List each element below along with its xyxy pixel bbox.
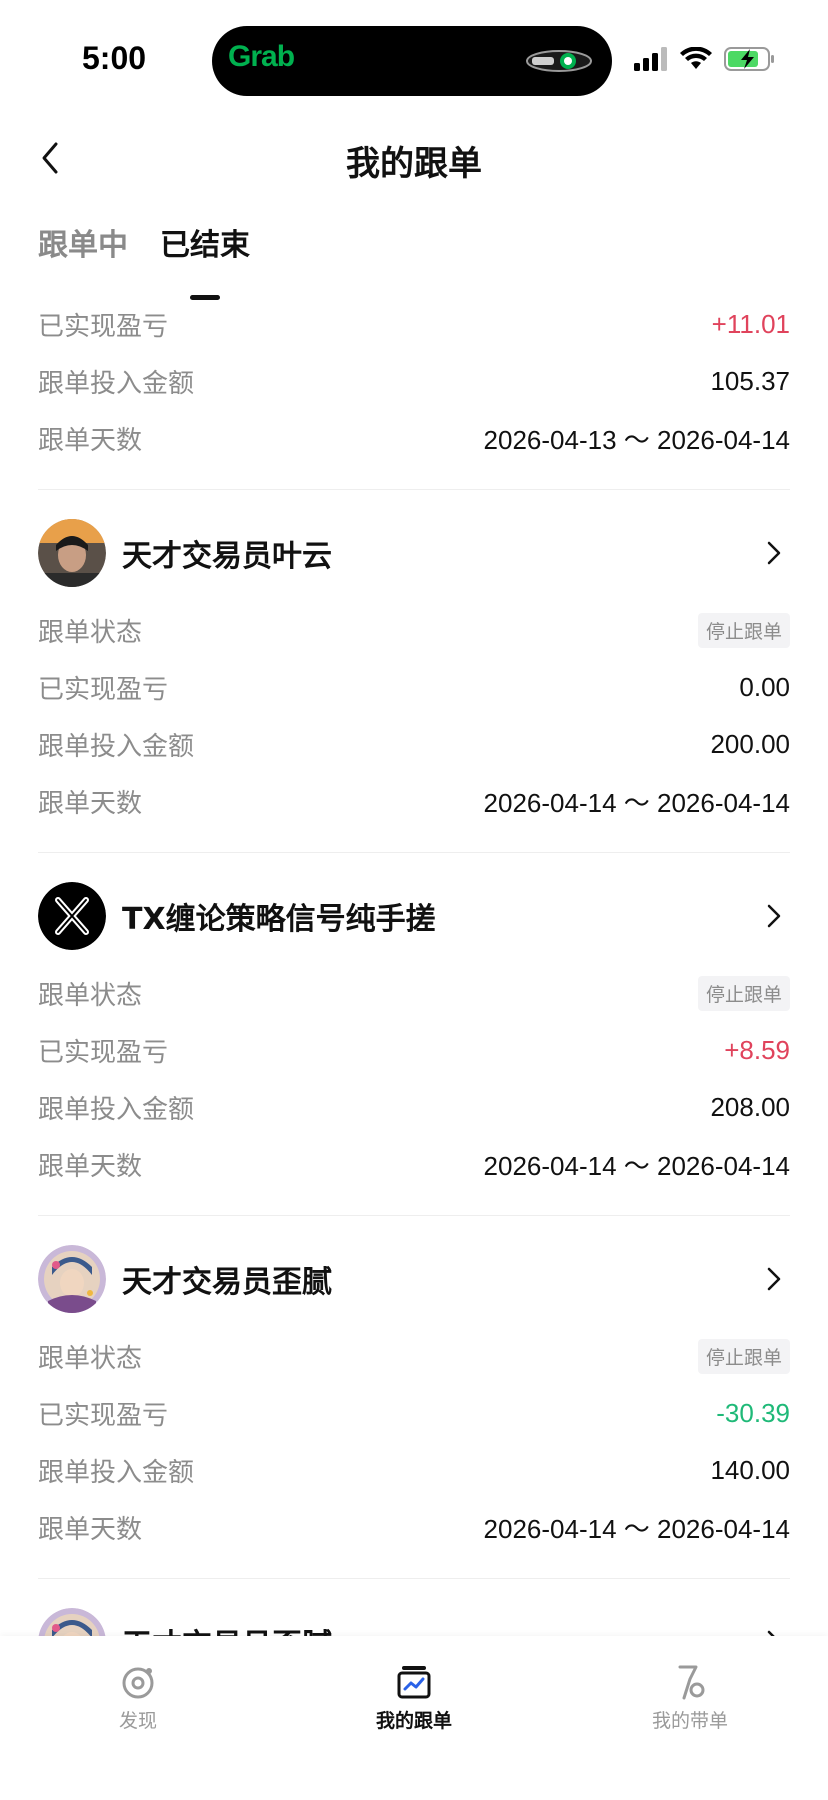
amount-row: 跟单投入金额 105.37 [38,353,790,410]
trader-header[interactable]: 天才交易员歪腻 [38,1244,790,1314]
anime-avatar [38,1608,106,1636]
status-time: 5:00 [82,40,147,76]
copy-card-partial: 已实现盈亏 +11.01 跟单投入金额 105.37 跟单天数 2026-04-… [38,296,790,490]
grab-logo: Grab [228,40,295,73]
amount-label: 跟单投入金额 [38,1458,195,1488]
trader-name: 天才交易员歪腻 [122,1265,332,1300]
amount-row: 跟单投入金额 200.00 [38,716,790,773]
copy-card[interactable]: 天才交易员歪腻 [38,1607,790,1636]
trader-name: 天才交易员歪腻 [122,1620,764,1636]
pnl-label: 已实现盈亏 [38,312,169,342]
status-badge: 停止跟单 [697,613,790,648]
status-row: 跟单状态 停止跟单 [38,965,790,1022]
copy-list[interactable]: 已实现盈亏 +11.01 跟单投入金额 105.37 跟单天数 2026-04-… [38,296,790,1636]
amount-value: 200.00 [710,729,790,759]
trader-name: 天才交易员叶云 [122,539,332,574]
trader-header[interactable]: 天才交易员叶云 [38,518,790,588]
pnl-label: 已实现盈亏 [38,1401,169,1431]
days-value: 2026-04-13 ～ 2026-04-14 [483,425,790,455]
tab-ended[interactable]: 已结束 [160,220,250,300]
days-row: 跟单天数 2026-04-14 ～ 2026-04-14 [38,1499,790,1556]
tab-my-lead[interactable]: 我的带单 [610,1662,770,1733]
amount-value: 208.00 [710,1092,790,1122]
status-badge: 停止跟单 [697,976,790,1011]
amount-label: 跟单投入金额 [38,1095,195,1125]
tab-bar: 跟单中 已结束 [38,220,250,300]
pnl-value: +11.01 [711,309,790,339]
pnl-label: 已实现盈亏 [38,675,169,705]
pnl-row: 已实现盈亏 +11.01 [38,296,790,353]
pnl-row: 已实现盈亏 0.00 [38,659,790,716]
days-row: 跟单天数 2026-04-14 ～ 2026-04-14 [38,773,790,830]
pnl-label: 已实现盈亏 [38,1038,169,1068]
battery-charging-icon [724,47,774,71]
signal-icon [634,47,667,71]
pnl-value: -30.39 [716,1398,790,1428]
days-value: 2026-04-14 ～ 2026-04-14 [483,1514,790,1544]
tab-discover[interactable]: 发现 [58,1662,218,1733]
pnl-value: +8.59 [724,1035,790,1065]
discover-icon [122,1667,154,1699]
days-row: 跟单天数 2026-04-13 ～ 2026-04-14 [38,410,790,467]
status-icons [634,44,776,74]
trader-header[interactable]: 天才交易员歪腻 [38,1607,790,1636]
nav-bar: 我的跟单 [0,118,828,198]
status-bar: 5:00 Grab [0,0,828,110]
copy-card[interactable]: 天才交易员叶云 跟单状态 停止跟单 已实现盈亏 0.00 跟单投入金额 200.… [38,518,790,853]
anime-avatar [38,1245,106,1313]
my-copy-icon [397,1666,431,1699]
delivery-scooter-icon [526,50,592,72]
chevron-right-icon[interactable] [764,901,784,931]
status-row: 跟单状态 停止跟单 [38,602,790,659]
days-value: 2026-04-14 ～ 2026-04-14 [483,1151,790,1181]
divider [38,489,790,490]
trader-header[interactable]: TX缠论策略信号纯手搓 [38,881,790,951]
amount-row: 跟单投入金额 208.00 [38,1079,790,1136]
amount-label: 跟单投入金额 [38,732,195,762]
days-label: 跟单天数 [38,789,143,819]
page-title: 我的跟单 [346,144,482,184]
pnl-row: 已实现盈亏 +8.59 [38,1022,790,1079]
days-label: 跟单天数 [38,426,143,456]
wifi-icon [680,47,712,69]
status-row: 跟单状态 停止跟单 [38,1328,790,1385]
avatar [38,519,106,587]
trader-name: TX缠论策略信号纯手搓 [122,902,436,937]
tab-active-copy[interactable]: 跟单中 [38,220,128,280]
amount-value: 140.00 [710,1455,790,1485]
divider [38,1215,790,1216]
dynamic-island[interactable]: Grab [212,26,612,96]
amount-value: 105.37 [710,366,790,396]
status-label: 跟单状态 [38,1344,143,1374]
status-label: 跟单状态 [38,618,143,648]
pnl-value: 0.00 [739,672,790,702]
pnl-row: 已实现盈亏 -30.39 [38,1385,790,1442]
copy-card[interactable]: 天才交易员歪腻 跟单状态 停止跟单 已实现盈亏 -30.39 跟单投入金额 14… [38,1244,790,1579]
amount-row: 跟单投入金额 140.00 [38,1442,790,1499]
tab-my-lead-label: 我的带单 [651,1710,728,1732]
days-label: 跟单天数 [38,1152,143,1182]
chevron-right-icon[interactable] [764,1627,784,1636]
chevron-right-icon[interactable] [764,538,784,568]
divider [38,852,790,853]
tab-my-copy-label: 我的跟单 [375,1710,452,1732]
chevron-right-icon[interactable] [764,1264,784,1294]
days-row: 跟单天数 2026-04-14 ～ 2026-04-14 [38,1136,790,1193]
copy-card[interactable]: TX缠论策略信号纯手搓 跟单状态 停止跟单 已实现盈亏 +8.59 跟单投入金额… [38,881,790,1216]
divider [38,1578,790,1579]
bottom-tab-bar: 发现 我的跟单 我的带单 [0,1636,828,1800]
my-lead-icon [678,1665,705,1700]
status-badge: 停止跟单 [697,1339,790,1374]
days-label: 跟单天数 [38,1515,143,1545]
x-logo-avatar [38,882,106,950]
days-value: 2026-04-14 ～ 2026-04-14 [483,788,790,818]
tab-my-copy[interactable]: 我的跟单 [334,1662,494,1733]
status-label: 跟单状态 [38,981,143,1011]
tab-discover-label: 发现 [118,1710,157,1732]
amount-label: 跟单投入金额 [38,369,195,399]
